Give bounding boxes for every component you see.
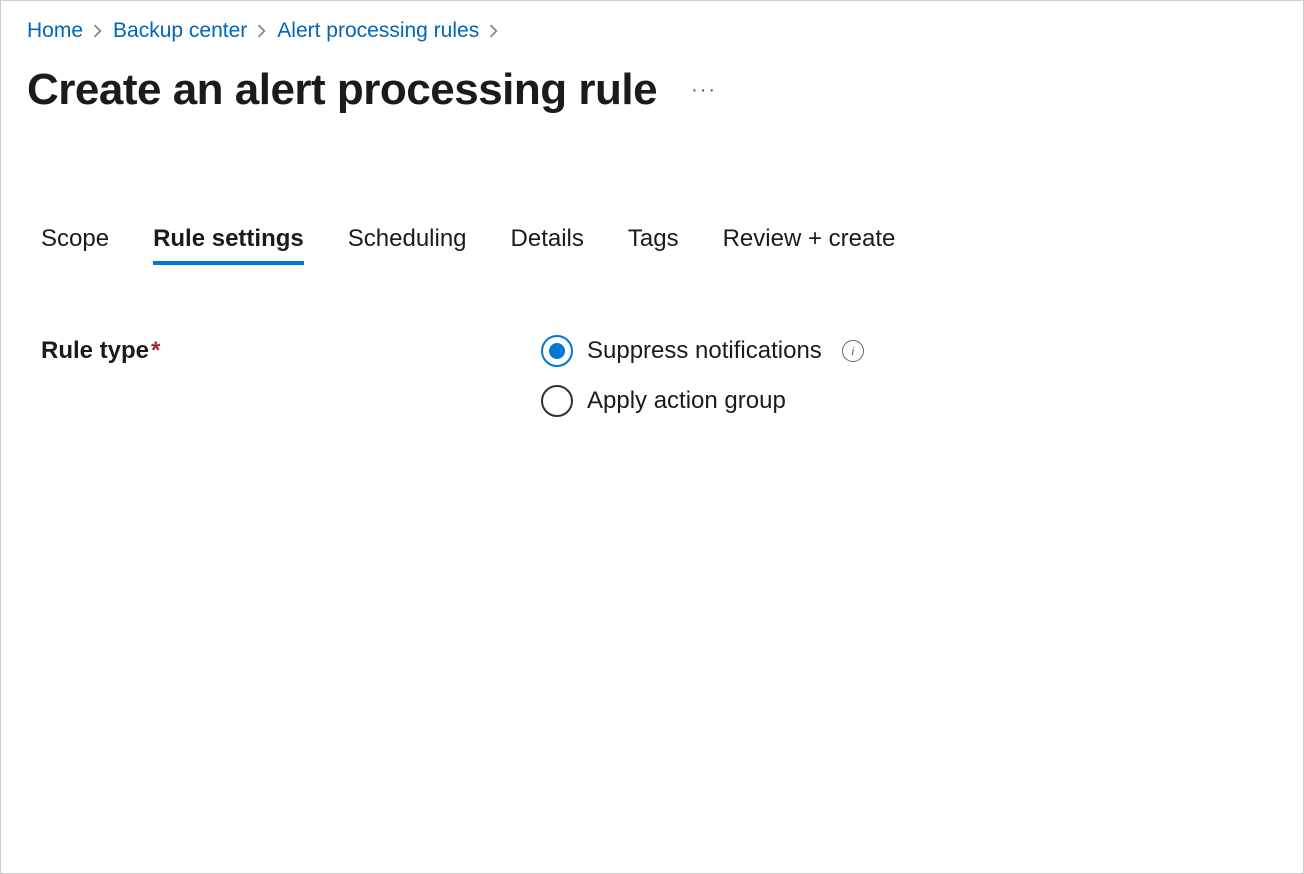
- breadcrumb-alert-processing-rules[interactable]: Alert processing rules: [277, 19, 479, 43]
- tab-scheduling[interactable]: Scheduling: [348, 225, 467, 265]
- rule-type-label: Rule type*: [41, 335, 541, 365]
- page-title: Create an alert processing rule: [27, 65, 657, 115]
- tab-scope[interactable]: Scope: [41, 225, 109, 265]
- tabs: Scope Rule settings Scheduling Details T…: [27, 225, 1277, 265]
- form-row-rule-type: Rule type* Suppress notifications i Appl…: [27, 335, 1277, 417]
- chevron-right-icon: [93, 24, 103, 38]
- chevron-right-icon: [257, 24, 267, 38]
- more-actions-icon[interactable]: ···: [685, 74, 723, 106]
- rule-type-label-text: Rule type: [41, 337, 149, 364]
- radio-button-icon: [541, 335, 573, 367]
- radio-suppress-notifications[interactable]: Suppress notifications i: [541, 335, 864, 367]
- required-mark: *: [151, 337, 160, 364]
- chevron-right-icon: [489, 24, 499, 38]
- radio-apply-label: Apply action group: [587, 387, 786, 415]
- radio-apply-action-group[interactable]: Apply action group: [541, 385, 864, 417]
- breadcrumb-backup-center[interactable]: Backup center: [113, 19, 247, 43]
- title-row: Create an alert processing rule ···: [27, 65, 1277, 115]
- rule-type-radio-group: Suppress notifications i Apply action gr…: [541, 335, 864, 417]
- tab-rule-settings[interactable]: Rule settings: [153, 225, 304, 265]
- info-icon[interactable]: i: [842, 340, 864, 362]
- tab-review-create[interactable]: Review + create: [723, 225, 896, 265]
- tab-tags[interactable]: Tags: [628, 225, 679, 265]
- breadcrumb-home[interactable]: Home: [27, 19, 83, 43]
- radio-suppress-label: Suppress notifications: [587, 337, 822, 365]
- radio-button-icon: [541, 385, 573, 417]
- tab-details[interactable]: Details: [511, 225, 584, 265]
- breadcrumb: Home Backup center Alert processing rule…: [27, 19, 1277, 43]
